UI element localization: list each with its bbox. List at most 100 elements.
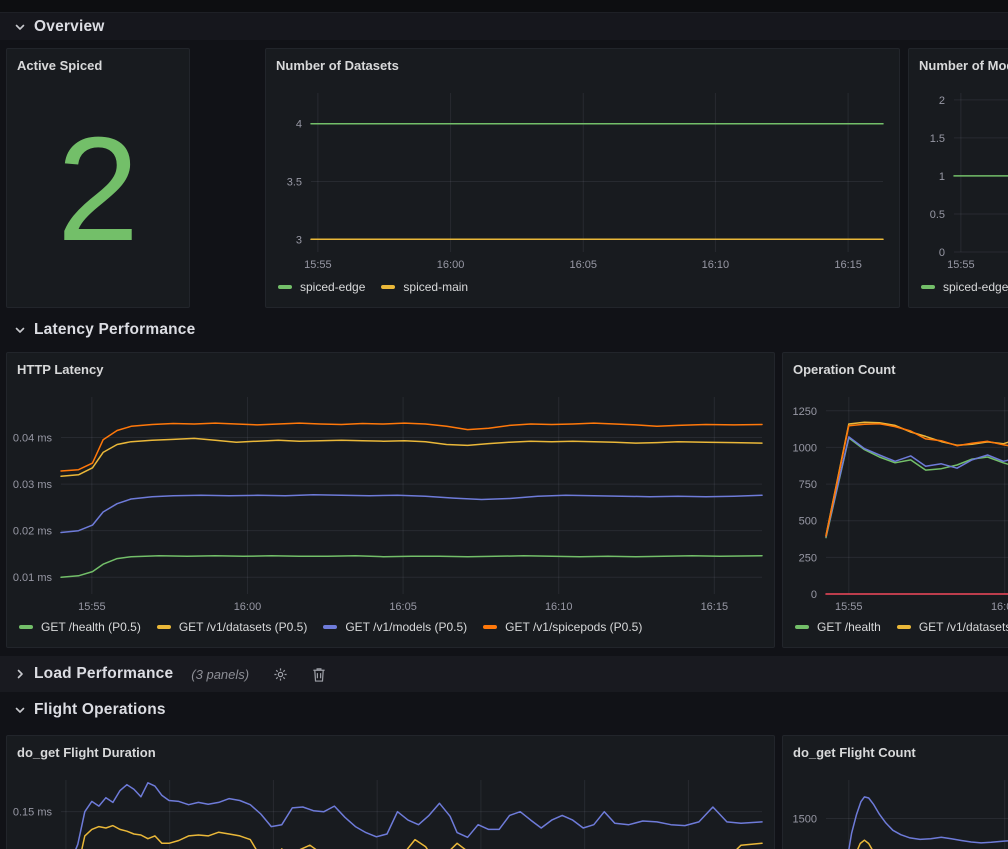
legend-swatch-icon [278, 285, 292, 289]
panel-number-of-datasets: Number of Datasets 15:5516:0016:0516:101… [265, 48, 900, 308]
panel-title[interactable]: Operation Count [791, 361, 1008, 385]
section-row-overview[interactable]: Overview [0, 13, 1008, 40]
legend-item[interactable]: spiced-edge [921, 280, 1008, 294]
svg-text:16:10: 16:10 [545, 601, 573, 613]
legend-label: GET /v1/spicepods (P0.5) [505, 620, 642, 634]
legend-label: spiced-edge [300, 280, 365, 294]
svg-text:15:55: 15:55 [835, 601, 863, 613]
trash-icon [312, 667, 326, 682]
panel-do-get-flight-duration: do_get Flight Duration 0.15 ms [6, 735, 775, 849]
svg-text:1250: 1250 [793, 406, 817, 418]
section-row-flight-operations[interactable]: Flight Operations [0, 696, 1008, 724]
svg-text:16:15: 16:15 [701, 601, 729, 613]
section-row-latency[interactable]: Latency Performance [0, 316, 1008, 344]
svg-text:3.5: 3.5 [287, 177, 302, 189]
operation-count-chart[interactable]: 15:5516:0016:0516:1016:15025050075010001… [791, 385, 1008, 615]
section-title-flight: Flight Operations [34, 701, 166, 719]
stat-wrap: 2 [15, 81, 181, 299]
legend-swatch-icon [19, 625, 33, 629]
panel-do-get-flight-count: do_get Flight Count 1500 [782, 735, 1008, 849]
legend-label: GET /health [817, 620, 881, 634]
legend-label: spiced-edge [943, 280, 1008, 294]
legend-item[interactable]: GET /v1/spicepods (P0.5) [483, 620, 642, 634]
svg-text:16:05: 16:05 [570, 259, 598, 271]
svg-text:750: 750 [799, 479, 817, 491]
legend-swatch-icon [323, 625, 337, 629]
section-title-latency: Latency Performance [34, 321, 195, 339]
number-of-datasets-chart[interactable]: 15:55 16:00 16:05 16:10 16:15 3 3.5 4 [274, 81, 891, 275]
row-settings-button[interactable] [273, 667, 288, 682]
flight-duration-chart[interactable]: 0.15 ms [15, 768, 766, 849]
svg-text:250: 250 [799, 552, 817, 564]
legend-label: GET /v1/datasets (P0.5) [179, 620, 308, 634]
svg-text:0.02 ms: 0.02 ms [13, 526, 53, 538]
legend-label: GET /v1/models (P0.5) [345, 620, 467, 634]
svg-text:16:00: 16:00 [234, 601, 262, 613]
legend-item[interactable]: GET /v1/datasets (P0.5) [157, 620, 308, 634]
svg-text:1.5: 1.5 [930, 133, 945, 145]
chevron-down-icon [14, 324, 26, 336]
panel-number-of-models: Number of Models 15:5516:0016:0516:1016:… [908, 48, 1008, 308]
legend-swatch-icon [483, 625, 497, 629]
gear-icon [273, 667, 288, 682]
svg-text:16:00: 16:00 [437, 259, 465, 271]
panel-title[interactable]: do_get Flight Count [791, 744, 1008, 768]
legend-item[interactable]: GET /health [795, 620, 881, 634]
svg-text:16:10: 16:10 [702, 259, 730, 271]
panel-active-spiced: Active Spiced 2 [6, 48, 190, 308]
chevron-down-icon [14, 704, 26, 716]
number-of-models-chart[interactable]: 15:5516:0016:0516:1016:1500.511.52 [917, 81, 1008, 275]
legend-swatch-icon [381, 285, 395, 289]
legend-item[interactable]: GET /v1/models (P0.5) [323, 620, 467, 634]
legend-label: GET /health (P0.5) [41, 620, 141, 634]
legend-item[interactable]: GET /health (P0.5) [19, 620, 141, 634]
svg-text:1500: 1500 [793, 814, 817, 826]
svg-text:4: 4 [296, 119, 302, 131]
svg-text:16:00: 16:00 [991, 601, 1008, 613]
stat-value: 2 [57, 116, 139, 264]
svg-text:0.01 ms: 0.01 ms [13, 572, 53, 584]
row-delete-button[interactable] [312, 667, 326, 682]
svg-text:15:55: 15:55 [78, 601, 106, 613]
chevron-down-icon [14, 21, 26, 33]
svg-text:16:05: 16:05 [389, 601, 417, 613]
legend-item[interactable]: spiced-main [381, 280, 468, 294]
svg-text:1: 1 [939, 171, 945, 183]
http-latency-chart[interactable]: 15:55 16:00 16:05 16:10 16:15 0.01 ms 0.02 ms 0… [15, 385, 766, 615]
chart-legend: spiced-edge spiced-main [274, 275, 891, 299]
legend-label: GET /v1/datasets [919, 620, 1008, 634]
section-title-overview: Overview [34, 18, 105, 36]
svg-text:15:55: 15:55 [304, 259, 332, 271]
svg-text:500: 500 [799, 516, 817, 528]
panel-title[interactable]: do_get Flight Duration [15, 744, 766, 768]
svg-text:0.15 ms: 0.15 ms [13, 807, 53, 819]
legend-swatch-icon [921, 285, 935, 289]
panel-title[interactable]: Number of Datasets [274, 57, 891, 81]
panel-title[interactable]: Number of Models [917, 57, 1008, 81]
panels-count-note: (3 panels) [191, 667, 249, 682]
legend-swatch-icon [897, 625, 911, 629]
svg-text:2: 2 [939, 95, 945, 107]
section-row-load-performance[interactable]: Load Performance (3 panels) [0, 656, 1008, 692]
svg-text:0.04 ms: 0.04 ms [13, 433, 53, 445]
panel-title[interactable]: Active Spiced [15, 57, 181, 81]
chart-legend: spiced-edgespiced-main [917, 275, 1008, 299]
legend-swatch-icon [157, 625, 171, 629]
flight-count-chart[interactable]: 1500 [791, 768, 1008, 849]
legend-item[interactable]: spiced-edge [278, 280, 365, 294]
svg-text:3: 3 [296, 234, 302, 246]
legend-swatch-icon [795, 625, 809, 629]
svg-text:16:15: 16:15 [834, 259, 862, 271]
svg-text:15:55: 15:55 [947, 259, 975, 271]
panel-operation-count: Operation Count 15:5516:0016:0516:1016:1… [782, 352, 1008, 648]
panel-title[interactable]: HTTP Latency [15, 361, 766, 385]
svg-text:0.5: 0.5 [930, 209, 945, 221]
legend-label: spiced-main [403, 280, 468, 294]
section-title-load: Load Performance [34, 665, 173, 683]
chevron-right-icon [14, 668, 26, 680]
svg-text:0: 0 [939, 247, 945, 259]
chart-legend: GET /healthGET /v1/datasetsGET /v1/model… [791, 615, 1008, 639]
chart-legend: GET /health (P0.5) GET /v1/datasets (P0.5… [15, 615, 766, 639]
legend-item[interactable]: GET /v1/datasets [897, 620, 1008, 634]
svg-text:0: 0 [811, 589, 817, 601]
